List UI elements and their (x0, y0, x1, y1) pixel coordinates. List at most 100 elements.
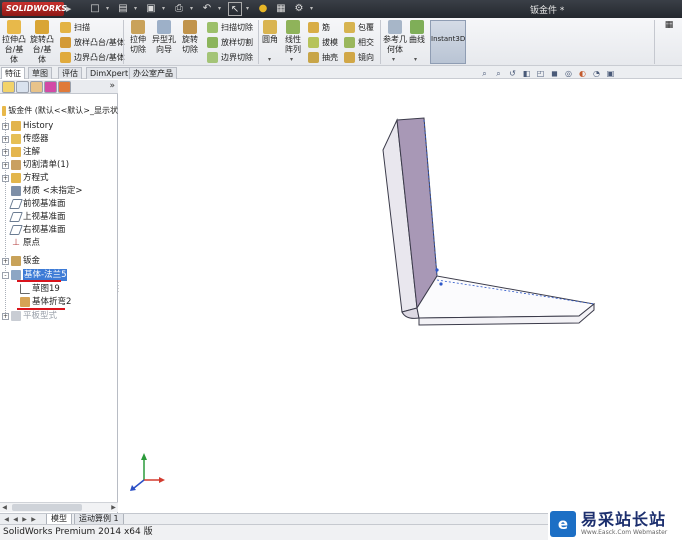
view-orientation-icon[interactable]: ◰ (536, 69, 545, 78)
intersect-button[interactable]: 相交 (344, 37, 374, 48)
section-view-icon[interactable]: ◧ (522, 69, 531, 78)
last-tab-icon[interactable]: ▶ (29, 515, 38, 524)
display-manager-tab-icon[interactable] (58, 81, 71, 93)
expand-toggle-icon[interactable]: + (2, 161, 9, 169)
pattern-dropdown-icon[interactable]: ▾ (290, 56, 293, 63)
print-icon[interactable]: ⎙ (172, 2, 186, 16)
zoom-to-fit-icon[interactable]: ⌕ (480, 69, 489, 78)
dropdown-arrow-icon[interactable]: ▾ (310, 2, 316, 16)
mirror-button[interactable]: 镜向 (344, 52, 374, 63)
reference-geometry-button[interactable]: 参考几何体 (383, 18, 407, 55)
view-settings-icon[interactable]: ▣ (606, 69, 615, 78)
property-manager-tab-icon[interactable] (16, 81, 29, 93)
revolve-boss-button[interactable]: 旋转凸台/基体 (30, 18, 54, 65)
tree-item-annotations[interactable]: + 注解 (2, 146, 40, 158)
tree-item-sheet-metal[interactable]: + 钣金 (2, 255, 40, 267)
curves-dropdown-icon[interactable]: ▾ (414, 56, 417, 63)
dropdown-arrow-icon[interactable]: ▾ (190, 2, 196, 16)
dropdown-arrow-icon[interactable]: ▾ (218, 2, 224, 16)
tab-evaluate[interactable]: 评估 (58, 67, 82, 79)
draft-button[interactable]: 拔模 (308, 37, 338, 48)
tab-features[interactable]: 特征 (1, 67, 25, 79)
tree-item-top-plane[interactable]: 上视基准面 (9, 211, 66, 223)
swept-cut-button[interactable]: 扫描切除 (207, 22, 253, 33)
extrude-cut-button[interactable]: 拉伸切除 (127, 18, 149, 55)
tree-item-equations[interactable]: + 方程式 (2, 172, 49, 184)
revolve-cut-button[interactable]: 旋转切除 (179, 18, 201, 55)
expand-toggle-icon[interactable]: + (2, 312, 9, 320)
tree-item-flat-pattern[interactable]: + 平板型式 (2, 310, 57, 322)
fillet-button[interactable]: 圆角 (261, 18, 279, 45)
next-tab-icon[interactable]: ▶ (20, 515, 29, 524)
scroll-left-icon[interactable]: ◀ (0, 503, 9, 512)
edit-appearance-icon[interactable]: ◐ (578, 69, 587, 78)
expand-toggle-icon[interactable]: + (2, 135, 9, 143)
extrude-boss-button[interactable]: 拉伸凸台/基体 (2, 18, 26, 65)
shell-button[interactable]: 抽壳 (308, 52, 338, 63)
tree-item-right-plane[interactable]: 右视基准面 (9, 224, 66, 236)
curves-button[interactable]: 曲线 (408, 18, 426, 45)
tree-item-sensors[interactable]: + 传感器 (2, 133, 49, 145)
expand-panel-icon[interactable]: » (109, 80, 115, 93)
dropdown-arrow-icon[interactable]: ▾ (134, 2, 140, 16)
first-tab-icon[interactable]: ◀ (2, 515, 11, 524)
tree-item-cut-list[interactable]: + 切割清单(1) (2, 159, 69, 171)
graphics-area[interactable] (119, 80, 682, 513)
dimxpert-manager-tab-icon[interactable] (44, 81, 57, 93)
hide-show-items-icon[interactable]: ◎ (564, 69, 573, 78)
lofted-cut-button[interactable]: 放样切割 (207, 37, 253, 48)
boundary-cut-button[interactable]: 边界切除 (207, 52, 253, 63)
previous-view-icon[interactable]: ↺ (508, 69, 517, 78)
solidworks-logo[interactable]: SOLIDWORKS (2, 2, 67, 16)
tab-sketch[interactable]: 草图 (28, 67, 52, 79)
save-icon[interactable]: ▣ (144, 2, 158, 16)
open-icon[interactable]: ▤ (116, 2, 130, 16)
rebuild-icon[interactable]: ● (256, 2, 270, 16)
tree-item-front-plane[interactable]: 前视基准面 (9, 198, 66, 210)
expand-toggle-icon[interactable]: + (2, 174, 9, 182)
tree-item-material[interactable]: 材质 <未指定> (11, 185, 82, 197)
boundary-boss-button[interactable]: 边界凸台/基体 (60, 52, 125, 63)
linear-pattern-button[interactable]: 线性阵列 (282, 18, 304, 55)
fillet-dropdown-icon[interactable]: ▾ (268, 56, 271, 63)
expand-toggle-icon[interactable]: - (2, 271, 9, 279)
reference-dropdown-icon[interactable]: ▾ (392, 56, 395, 63)
expand-toggle-icon[interactable]: + (2, 257, 9, 265)
scroll-right-icon[interactable]: ▶ (109, 503, 118, 512)
feature-manager-tab-icon[interactable] (2, 81, 15, 93)
loft-boss-button[interactable]: 放样凸台/基体 (60, 37, 125, 48)
tree-item-base-bend[interactable]: 基体折弯2 (20, 296, 71, 308)
dropdown-arrow-icon[interactable]: ▾ (162, 2, 168, 16)
tab-office-products[interactable]: 办公室产品 (129, 67, 177, 79)
scroll-thumb[interactable] (12, 504, 82, 511)
previous-tab-icon[interactable]: ◀ (11, 515, 20, 524)
tree-horizontal-scrollbar[interactable]: ◀ ▶ (0, 502, 118, 512)
expand-toggle-icon[interactable]: + (2, 148, 9, 156)
configuration-manager-tab-icon[interactable] (30, 81, 43, 93)
display-style-icon[interactable]: ◼ (550, 69, 559, 78)
tree-root[interactable]: 钣金件 (默认<<默认>_显示状 (2, 105, 118, 117)
instant3d-button[interactable]: Instant3D (430, 20, 466, 64)
menu-arrow-icon[interactable]: ▶ (66, 3, 74, 15)
rib-icon (308, 22, 319, 33)
hole-wizard-button[interactable]: 异型孔向导 (152, 18, 176, 55)
dropdown-arrow-icon[interactable]: ▾ (246, 2, 252, 16)
options-icon[interactable]: ⚙ (292, 2, 306, 16)
zoom-to-area-icon[interactable]: ⌕ (494, 69, 503, 78)
sweep-button[interactable]: 扫描 (60, 22, 90, 33)
apply-scene-icon[interactable]: ◔ (592, 69, 601, 78)
wrap-button[interactable]: 包覆 (344, 22, 374, 33)
tree-item-sketch19[interactable]: 草图19 (20, 283, 60, 295)
dropdown-arrow-icon[interactable]: ▾ (106, 2, 112, 16)
tab-dimxpert[interactable]: DimXpert (86, 67, 133, 79)
task-pane-icon[interactable]: ▦ (660, 20, 678, 30)
rib-button[interactable]: 筋 (308, 22, 330, 33)
new-document-icon[interactable]: □ (88, 2, 102, 16)
base-bend-icon (20, 297, 30, 307)
tree-item-history[interactable]: + History (2, 120, 53, 132)
tree-item-origin[interactable]: ⊥ 原点 (11, 237, 40, 249)
select-icon[interactable]: ↖ (228, 2, 242, 16)
expand-toggle-icon[interactable]: + (2, 122, 9, 130)
file-properties-icon[interactable]: ▦ (274, 2, 288, 16)
undo-icon[interactable]: ↶ (200, 2, 214, 16)
